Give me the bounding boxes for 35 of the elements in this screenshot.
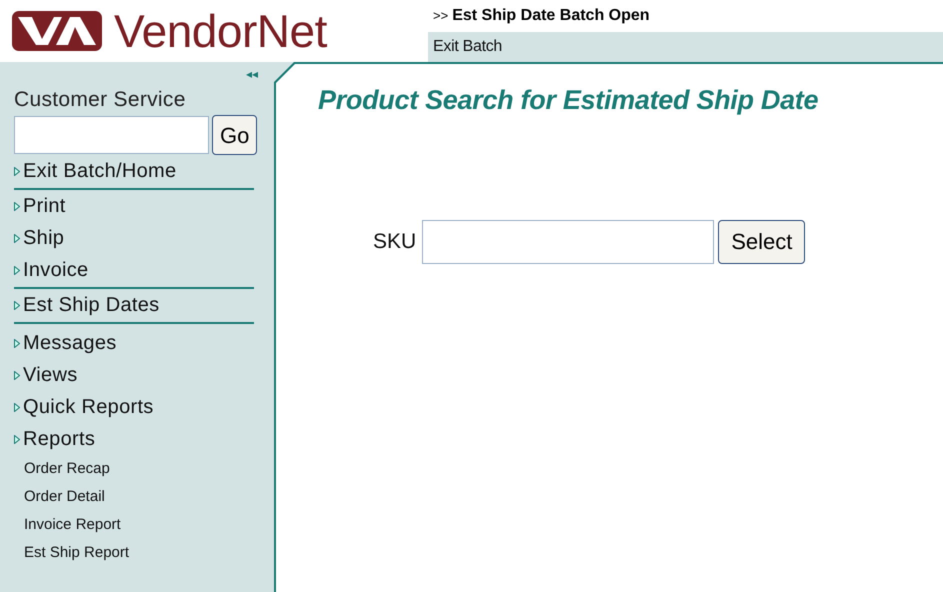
search-field[interactable] <box>14 116 209 154</box>
triangle-icon <box>14 370 20 380</box>
triangle-icon <box>14 402 20 412</box>
logo-text: VendorNet <box>114 8 327 54</box>
page-title: Product Search for Estimated Ship Date <box>318 84 818 117</box>
nav-link[interactable]: Invoice <box>14 254 88 286</box>
nav-link[interactable]: Messages <box>14 327 117 359</box>
triangle-icon <box>14 202 20 210</box>
nav-link[interactable]: Ship <box>14 222 64 254</box>
triangle-icon <box>14 166 20 176</box>
nav-link[interactable]: Invoice Report <box>14 511 121 539</box>
sku-field[interactable] <box>422 220 714 264</box>
nav-link[interactable]: Views <box>14 359 78 391</box>
logo-icon <box>10 9 104 53</box>
go-button[interactable]: Go <box>212 115 258 155</box>
triangle-icon <box>14 234 20 242</box>
triangle-icon <box>14 266 20 274</box>
triangle-icon <box>14 300 20 310</box>
select-button[interactable]: Select <box>718 220 806 264</box>
breadcrumb-title: Est Ship Date Batch Open <box>452 6 650 26</box>
breadcrumb-prefix: >> <box>433 7 448 26</box>
nav-link[interactable]: Quick Reports <box>14 391 154 423</box>
nav-link[interactable]: Order Recap <box>14 455 110 483</box>
exit-batch-link[interactable]: Exit Batch <box>433 35 502 59</box>
triangle-icon <box>14 434 20 444</box>
nav-link[interactable]: Est Ship Report <box>14 539 130 567</box>
search-label: Customer Service <box>14 87 186 113</box>
nav-link[interactable]: Order Detail <box>14 483 105 511</box>
nav-link[interactable]: Est Ship Dates <box>14 289 160 321</box>
collapse-button[interactable]: ◂◂ <box>246 68 258 80</box>
nav-link[interactable]: Reports <box>14 423 96 455</box>
nav-link[interactable]: Print <box>14 190 66 222</box>
sku-label: SKU <box>373 228 416 255</box>
nav-link[interactable]: Exit Batch/Home <box>14 155 176 187</box>
triangle-icon <box>14 338 20 348</box>
